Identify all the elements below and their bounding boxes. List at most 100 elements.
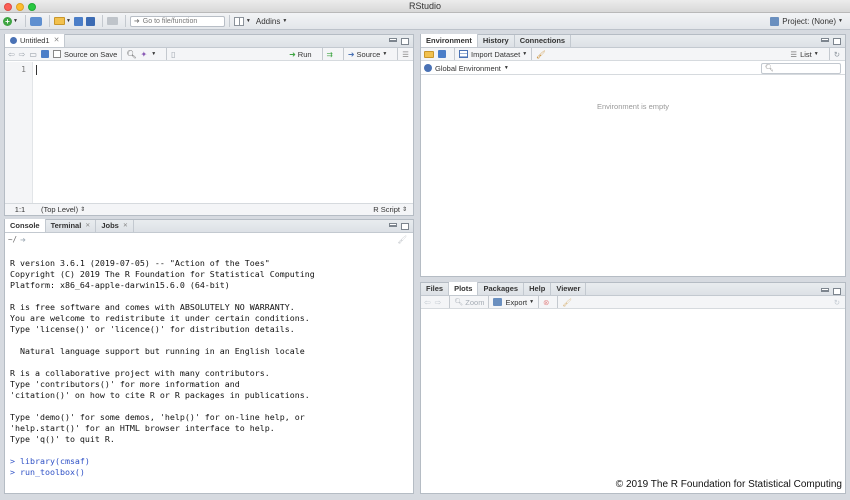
previous-plot-icon[interactable]: ⇦: [424, 298, 431, 307]
tab-connections[interactable]: Connections: [515, 35, 572, 47]
back-arrow-icon[interactable]: ⇦: [8, 50, 15, 59]
chevron-down-icon: ▼: [13, 18, 18, 24]
chevron-down-icon[interactable]: ▼: [151, 51, 156, 57]
close-window-button[interactable]: [4, 3, 12, 11]
minimize-pane-button[interactable]: [389, 223, 397, 227]
maximize-pane-button[interactable]: [401, 38, 409, 45]
minimize-pane-button[interactable]: [821, 38, 829, 42]
console-output[interactable]: R version 3.6.1 (2019-07-05) -- "Action …: [10, 258, 409, 478]
tab-history[interactable]: History: [478, 35, 515, 47]
source-button[interactable]: ➜ Source ▼: [348, 50, 387, 59]
console-command-line: > library(cmsaf): [10, 456, 90, 466]
workspace-panes-button[interactable]: ▼: [233, 15, 251, 28]
print-icon: [106, 17, 118, 25]
clear-plots-icon[interactable]: 🖌︎: [562, 298, 572, 307]
toolbar-divider: [538, 296, 540, 308]
new-project-button[interactable]: [29, 15, 42, 28]
maximize-pane-button[interactable]: [833, 288, 841, 295]
toolbar-divider: [531, 48, 533, 60]
import-dataset-button[interactable]: Import Dataset ▼: [459, 50, 527, 59]
console-output-line: R is a collaborative project with many c…: [10, 368, 270, 378]
project-menu[interactable]: Project: (None) ▼: [770, 15, 843, 28]
load-workspace-icon[interactable]: [424, 50, 434, 58]
console-output-line: Type 'demo()' for some demos, 'help()' f…: [10, 412, 305, 422]
new-file-button[interactable]: + ▼: [3, 15, 18, 28]
r-file-icon: [10, 37, 17, 44]
maximize-pane-button[interactable]: [401, 223, 409, 230]
tab-plots[interactable]: Plots: [449, 282, 479, 295]
next-plot-icon[interactable]: ⇨: [435, 298, 442, 307]
run-button[interactable]: ➜ Run: [289, 50, 311, 59]
tab-packages[interactable]: Packages: [478, 283, 525, 295]
toolbar-divider: [101, 15, 103, 27]
go-to-file-input[interactable]: ➜ Go to file/function: [129, 15, 225, 27]
updown-icon: ⇕: [80, 207, 86, 213]
save-button[interactable]: [73, 15, 83, 28]
list-label: List: [800, 49, 812, 59]
new-file-icon: +: [3, 16, 12, 26]
minimize-pane-button[interactable]: [389, 38, 397, 42]
minimize-pane-button[interactable]: [821, 288, 829, 292]
console-output-line: 'help.start()' for an HTML browser inter…: [10, 423, 275, 433]
show-in-window-icon[interactable]: ▭: [29, 50, 37, 59]
list-view-button[interactable]: ☰ List ▼: [790, 50, 818, 59]
clear-workspace-icon[interactable]: 🖌︎: [536, 50, 546, 59]
tab-environment[interactable]: Environment: [421, 34, 478, 47]
console-pane: Console Terminal ✕ Jobs ✕ ~/ ➜ 🖌︎ R versio…: [4, 219, 414, 494]
zoom-button[interactable]: 🔍︎ Zoom: [454, 298, 484, 307]
plots-toolbar: ⇦ ⇨ 🔍︎ Zoom Export ▼ ⊗ 🖌︎ ↻: [421, 296, 845, 309]
environment-search-input[interactable]: 🔍︎: [761, 62, 841, 74]
notebook-icon[interactable]: ▯: [171, 50, 175, 59]
list-icon: ☰: [790, 49, 798, 59]
minimize-window-button[interactable]: [16, 3, 24, 11]
close-tab-icon[interactable]: ✕: [123, 220, 128, 232]
console-output-line: 'citation()' on how to cite R or R packa…: [10, 390, 310, 400]
run-arrow-icon: ➜: [289, 49, 296, 59]
tab-label: Files: [426, 284, 444, 293]
line-gutter: 1: [5, 62, 33, 205]
addins-menu[interactable]: Addins ▼: [256, 15, 287, 28]
console-output-line: R version 3.6.1 (2019-07-05) -- "Action …: [10, 258, 270, 268]
forward-arrow-icon[interactable]: ⇨: [19, 50, 26, 59]
close-tab-icon[interactable]: ✕: [54, 35, 60, 47]
tab-files[interactable]: Files: [421, 283, 450, 295]
document-outline-icon[interactable]: ☰: [402, 50, 409, 59]
scope-selector[interactable]: (Top Level) ⇕: [41, 205, 85, 214]
console-pathbar: ~/ ➜ 🖌︎: [5, 233, 413, 246]
save-icon[interactable]: [40, 50, 49, 58]
tab-untitled1[interactable]: Untitled1 ✕: [5, 34, 66, 47]
run-label: Run: [297, 49, 312, 59]
environment-empty-message: Environment is empty: [596, 102, 670, 111]
file-type-selector[interactable]: R Script ⇕: [373, 205, 407, 214]
working-directory[interactable]: ~/: [8, 235, 17, 244]
tab-help[interactable]: Help: [524, 283, 552, 295]
search-icon[interactable]: 🔍︎: [126, 50, 136, 59]
save-all-button[interactable]: [85, 15, 95, 28]
tab-console[interactable]: Console: [5, 219, 46, 232]
refresh-icon[interactable]: ↻: [834, 50, 840, 59]
remove-plot-icon[interactable]: ⊗: [543, 298, 549, 307]
tab-label: History: [482, 36, 509, 45]
rerun-button[interactable]: ⇉: [327, 50, 333, 59]
code-editor[interactable]: [33, 62, 413, 205]
global-env-selector[interactable]: Global Environment ▼: [424, 64, 509, 73]
maximize-pane-button[interactable]: [833, 38, 841, 45]
console-output-line: You are welcome to redistribute it under…: [10, 313, 310, 323]
print-button[interactable]: [106, 15, 118, 28]
magic-wand-icon[interactable]: ✦: [141, 50, 148, 59]
refresh-icon[interactable]: ↻: [834, 298, 840, 307]
save-workspace-icon[interactable]: [438, 50, 446, 58]
export-button[interactable]: Export ▼: [493, 298, 534, 307]
source-on-save-checkbox[interactable]: [52, 50, 61, 58]
close-tab-icon[interactable]: ✕: [85, 220, 90, 232]
tab-terminal[interactable]: Terminal ✕: [46, 220, 97, 232]
tab-viewer[interactable]: Viewer: [551, 283, 587, 295]
go-to-directory-icon[interactable]: ➜: [20, 236, 26, 244]
open-file-button[interactable]: ▼: [53, 15, 71, 28]
zoom-window-button[interactable]: [28, 3, 36, 11]
tab-label: Packages: [483, 284, 519, 293]
clear-console-icon[interactable]: 🖌︎: [397, 235, 407, 244]
tab-jobs[interactable]: Jobs ✕: [96, 220, 134, 232]
